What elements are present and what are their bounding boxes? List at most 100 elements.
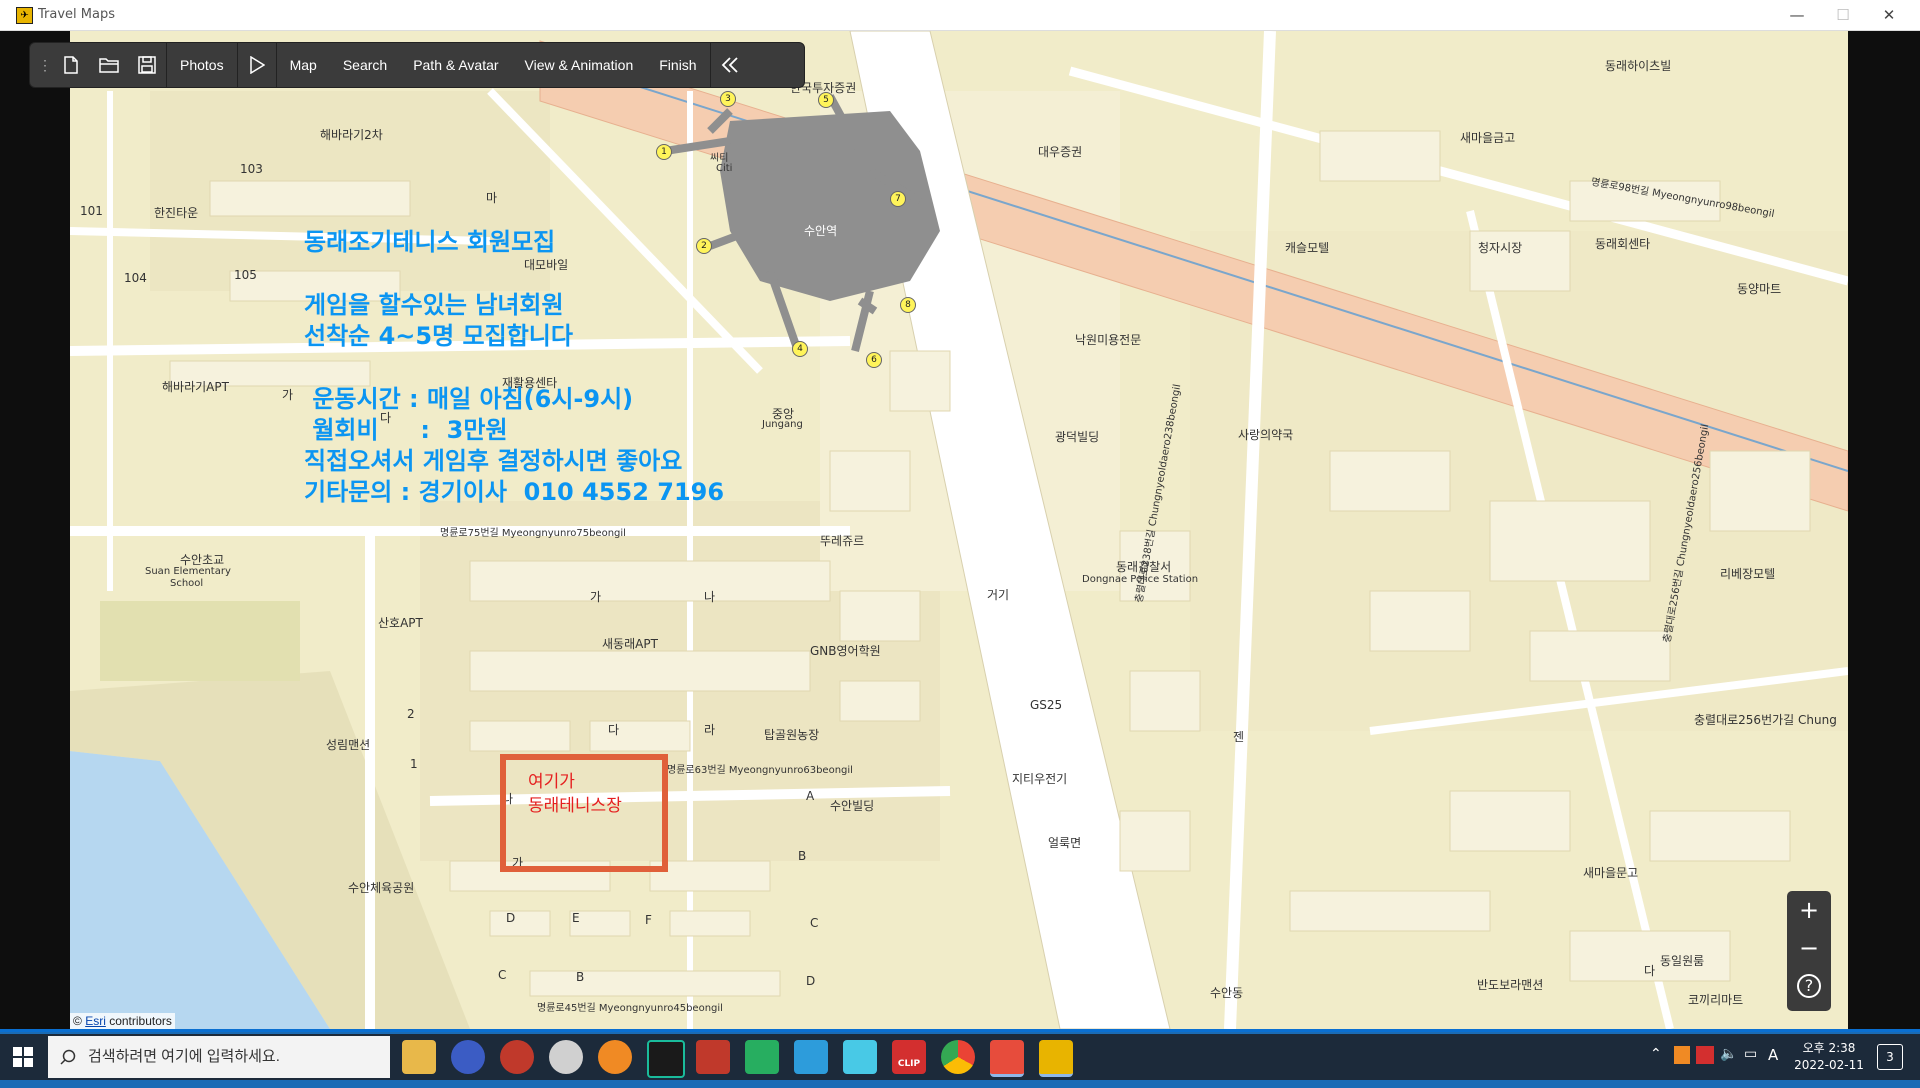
clock[interactable]: 오후 2:38 2022-02-11 [1784, 1040, 1874, 1074]
exit-6[interactable]: 6 [866, 352, 882, 368]
poi-label: 새마을문고 [1583, 866, 1639, 880]
notice-line: 선착순 4~5명 모집합니다 [304, 322, 573, 350]
sphere-app-icon[interactable] [451, 1040, 485, 1074]
attribution-suffix: contributors [105, 1014, 172, 1028]
poi-label: 다 [608, 723, 620, 737]
save-icon[interactable] [128, 43, 166, 87]
poi-label: 동래하이츠빌 [1605, 59, 1672, 73]
finish-button[interactable]: Finish [646, 43, 709, 87]
media-player-icon[interactable] [500, 1040, 534, 1074]
poi-label: B [576, 970, 585, 984]
exit-2[interactable]: 2 [696, 238, 712, 254]
terminal-icon[interactable] [647, 1040, 685, 1078]
network-icon[interactable]: ▭ [1744, 1046, 1757, 1062]
paint-app-icon[interactable] [696, 1040, 730, 1074]
windows-start-button[interactable] [0, 1034, 46, 1080]
poi-label: Jungang [762, 419, 803, 430]
poi-label: 해바라기APT [162, 380, 229, 394]
poi-label: 산호APT [378, 616, 423, 630]
zoom-out-button[interactable]: − [1787, 929, 1831, 967]
tennis-court-label: 여기가 동래테니스장 [528, 770, 622, 818]
double-chevron-left-icon[interactable] [711, 43, 749, 87]
new-file-icon[interactable] [52, 43, 90, 87]
poi-label: 낙원미용전문 [1075, 333, 1142, 347]
windows-logo-icon [13, 1047, 33, 1067]
webcam-icon[interactable] [549, 1040, 583, 1074]
chevron-up-icon[interactable]: ⌃ [1650, 1046, 1662, 1062]
maximize-button[interactable]: ☐ [1820, 0, 1866, 30]
poi-label: 수안동 [1210, 986, 1244, 1000]
street-label: 명륜로75번길 Myeongnyunro75beongil [440, 528, 626, 539]
tray-app-icon[interactable] [1674, 1046, 1690, 1064]
poi-label: Citi [716, 163, 733, 174]
ime-indicator[interactable]: A [1768, 1046, 1778, 1064]
esri-link[interactable]: Esri [85, 1014, 106, 1028]
help-button[interactable]: ? [1787, 967, 1831, 1005]
window-title: Travel Maps [38, 7, 115, 22]
arrow-app-icon[interactable] [745, 1040, 779, 1074]
file-explorer-icon[interactable] [402, 1040, 436, 1074]
grip-icon[interactable]: ⋮ [38, 57, 52, 74]
poi-label: 사랑의약국 [1238, 428, 1294, 442]
chrome-icon[interactable] [941, 1040, 975, 1074]
tray-clip-icon[interactable] [1696, 1046, 1714, 1064]
exit-4[interactable]: 4 [792, 341, 808, 357]
taskbar-search-input[interactable]: 검색하려면 여기에 입력하세요. [48, 1036, 390, 1078]
notice-title: 동래조기테니스 회원모집 [304, 228, 556, 256]
copyright-symbol: © [73, 1014, 82, 1028]
notification-center-icon[interactable]: 3 [1877, 1044, 1903, 1070]
open-folder-icon[interactable] [90, 43, 128, 87]
play-icon[interactable] [238, 43, 276, 87]
notice-line: 운동시간 : 매일 아침(6시-9시) [304, 385, 634, 413]
travel-maps-taskbar-icon[interactable] [1039, 1040, 1073, 1077]
path-avatar-button[interactable]: Path & Avatar [400, 43, 511, 87]
poi-label: 새마을금고 [1460, 131, 1516, 145]
poi-label: 해바라기2차 [320, 128, 383, 142]
map-canvas[interactable]: 수안역 1 2 3 4 5 6 7 8 한국투자증권 씨티 Citi 대우증권 … [70, 31, 1848, 1029]
photos-button[interactable]: Photos [167, 43, 237, 87]
poi-label: B [798, 849, 807, 863]
exit-7[interactable]: 7 [890, 191, 906, 207]
game-app-icon[interactable] [990, 1040, 1024, 1077]
exit-3[interactable]: 3 [720, 91, 736, 107]
poi-label: E [572, 911, 580, 925]
clock-time: 오후 2:38 [1802, 1041, 1856, 1055]
close-button[interactable]: ✕ [1866, 0, 1912, 30]
clock-date: 2022-02-11 [1794, 1058, 1864, 1072]
clip-app-icon[interactable]: CLIP [892, 1040, 926, 1074]
poi-label: 젠 [1233, 730, 1245, 744]
poi-label: School [170, 578, 204, 589]
poi-label: 코끼리마트 [1688, 993, 1744, 1007]
title-bar: ✈ Travel Maps — ☐ ✕ [0, 0, 1920, 31]
notice-contact: 기타문의 : 경기이사 010 4552 7196 [304, 478, 725, 506]
volume-icon[interactable]: 🔈 [1720, 1046, 1737, 1062]
poi-label: 나 [704, 590, 716, 604]
view-animation-button[interactable]: View & Animation [512, 43, 647, 87]
poi-label: 충렬대로256번가길 Chung [1694, 713, 1837, 727]
street-label: 명륜로45번길 Myeongnyunro45beongil [537, 1003, 723, 1014]
map-button[interactable]: Map [277, 43, 330, 87]
poi-label: D [806, 974, 816, 988]
search-app-icon[interactable] [598, 1040, 632, 1074]
zoom-control: + − ? [1787, 891, 1831, 1011]
map-attribution: © Esri contributors [70, 1013, 175, 1029]
travel-maps-icon: ✈ [16, 7, 33, 24]
poi-label: C [498, 968, 507, 982]
poi-label: 103 [240, 162, 263, 176]
search-button[interactable]: Search [330, 43, 400, 87]
photo-app-icon[interactable] [794, 1040, 828, 1074]
poi-label: 가 [590, 590, 602, 604]
map-svg [70, 31, 1848, 1029]
poi-label: 동일원룸 [1660, 954, 1705, 968]
left-frame [0, 31, 70, 1029]
poi-label: 씨티 [710, 153, 729, 164]
minimize-button[interactable]: — [1774, 0, 1820, 30]
poi-label: 가 [282, 388, 294, 402]
exit-1[interactable]: 1 [656, 144, 672, 160]
poi-label: F [645, 913, 652, 927]
right-frame [1848, 31, 1920, 1029]
bird-app-icon[interactable] [843, 1040, 877, 1074]
exit-8[interactable]: 8 [900, 297, 916, 313]
poi-label: 동래회센타 [1595, 237, 1651, 251]
zoom-in-button[interactable]: + [1787, 891, 1831, 929]
